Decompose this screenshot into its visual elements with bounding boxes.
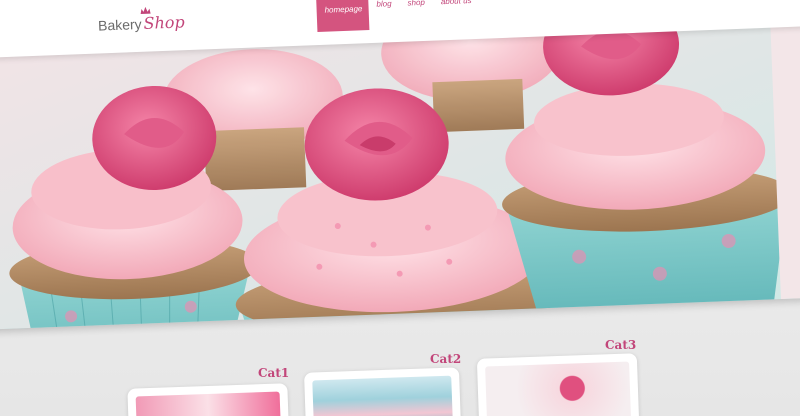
logo-text-bakery: Bakery (97, 15, 142, 34)
category-title-2[interactable]: Cat2 (430, 352, 461, 366)
category-image-2[interactable] (312, 375, 454, 416)
nav-item-about-us[interactable]: about us (432, 0, 480, 28)
category-section: Cat1 Cat2 Cat3 (0, 318, 800, 416)
page: Bakery Shop homepage blog shop about us … (0, 0, 800, 416)
nav-item-homepage[interactable]: homepage (316, 0, 370, 32)
category-thumb-frame-3 (476, 353, 640, 416)
nav-item-blog[interactable]: blog (368, 0, 401, 30)
logo-text-shop: Shop (143, 12, 186, 33)
category-card-1[interactable]: Cat1 (127, 318, 298, 416)
category-card-2[interactable]: Cat2 (304, 318, 475, 416)
category-title-1[interactable]: Cat1 (258, 366, 289, 380)
category-title-3[interactable]: Cat3 (605, 338, 636, 352)
category-thumb-frame-2 (304, 367, 461, 416)
cupcake-icon (140, 6, 151, 15)
category-image-3[interactable] (485, 361, 632, 416)
category-image-1[interactable] (135, 391, 281, 416)
category-card-3[interactable]: Cat3 (476, 318, 648, 416)
nav-item-shop[interactable]: shop (399, 0, 434, 29)
category-thumb-frame-1 (127, 383, 289, 416)
site-logo[interactable]: Bakery Shop (97, 6, 186, 34)
